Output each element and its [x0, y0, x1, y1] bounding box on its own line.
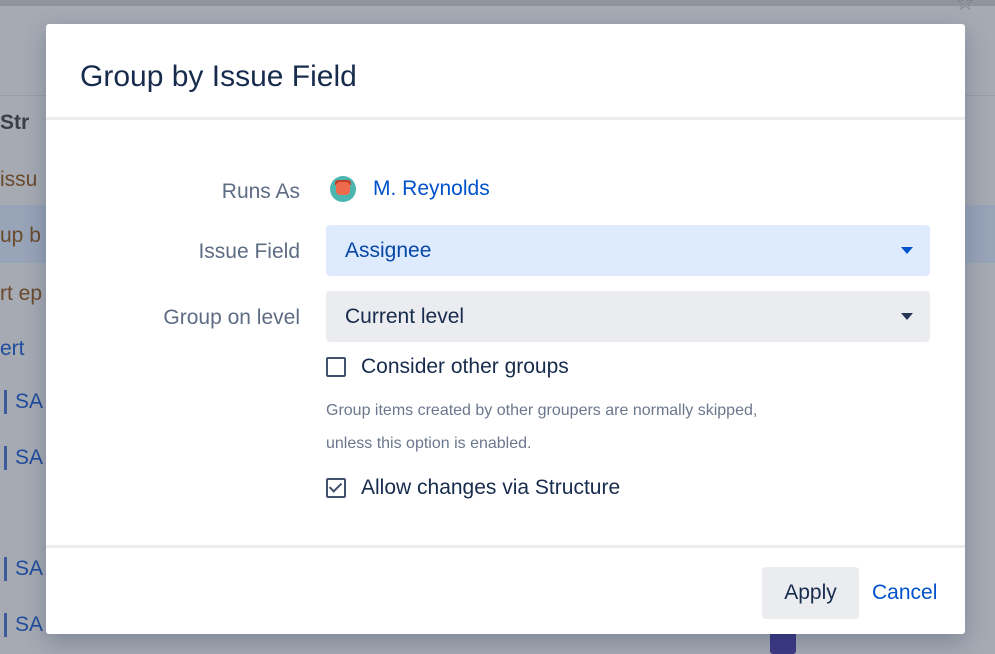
allow-changes-checkbox[interactable]	[326, 478, 346, 498]
chevron-down-icon	[901, 247, 913, 254]
runs-as-user[interactable]: M. Reynolds	[330, 176, 490, 202]
background-row-text: ert	[0, 337, 25, 360]
background-row-bar	[4, 446, 7, 470]
background-row-bar	[4, 557, 7, 581]
background-column-header: Str	[0, 111, 30, 134]
dialog-title: Group by Issue Field	[80, 60, 357, 93]
consider-other-groups-label[interactable]: Consider other groups	[361, 355, 569, 379]
issue-field-value: Assignee	[345, 238, 432, 262]
background-row-text: SA	[15, 613, 44, 636]
footer-divider	[46, 545, 965, 548]
background-row-text: SA	[15, 557, 44, 580]
background-row-text: SA	[15, 390, 44, 413]
background-badge	[770, 632, 796, 654]
chevron-down-icon	[901, 313, 913, 320]
runs-as-label: Runs As	[221, 180, 300, 203]
background-row-text: SA	[15, 446, 44, 469]
group-on-level-value: Current level	[345, 304, 465, 328]
header-divider	[46, 117, 965, 120]
cancel-button[interactable]: Cancel	[872, 567, 937, 619]
background-row-bar	[4, 390, 7, 414]
background-row-text: rt ep	[0, 282, 43, 305]
allow-changes-option[interactable]: Allow changes via Structure	[326, 476, 620, 500]
checkmark-icon	[328, 479, 343, 493]
issue-field-select[interactable]: Assignee	[326, 225, 930, 276]
star-icon: ☆	[955, 0, 975, 15]
consider-other-groups-checkbox[interactable]	[326, 357, 346, 377]
consider-groups-help-line-1: Group items created by other groupers ar…	[326, 402, 758, 419]
background-row-text: up b	[0, 224, 41, 247]
allow-changes-label[interactable]: Allow changes via Structure	[361, 476, 620, 500]
background-row-bar	[4, 613, 7, 637]
consider-groups-help-line-2: unless this option is enabled.	[326, 435, 532, 452]
background-topbar	[0, 0, 995, 6]
group-on-level-select[interactable]: Current level	[326, 291, 930, 342]
group-by-issue-field-dialog: Group by Issue Field Runs As M. Reynolds…	[46, 24, 965, 634]
issue-field-label: Issue Field	[198, 240, 300, 263]
avatar	[330, 176, 356, 202]
group-on-level-label: Group on level	[163, 306, 300, 329]
consider-other-groups-option[interactable]: Consider other groups	[326, 355, 569, 379]
apply-button[interactable]: Apply	[762, 567, 859, 619]
runs-as-user-name[interactable]: M. Reynolds	[373, 177, 490, 201]
background-row-text: issu	[0, 168, 38, 191]
